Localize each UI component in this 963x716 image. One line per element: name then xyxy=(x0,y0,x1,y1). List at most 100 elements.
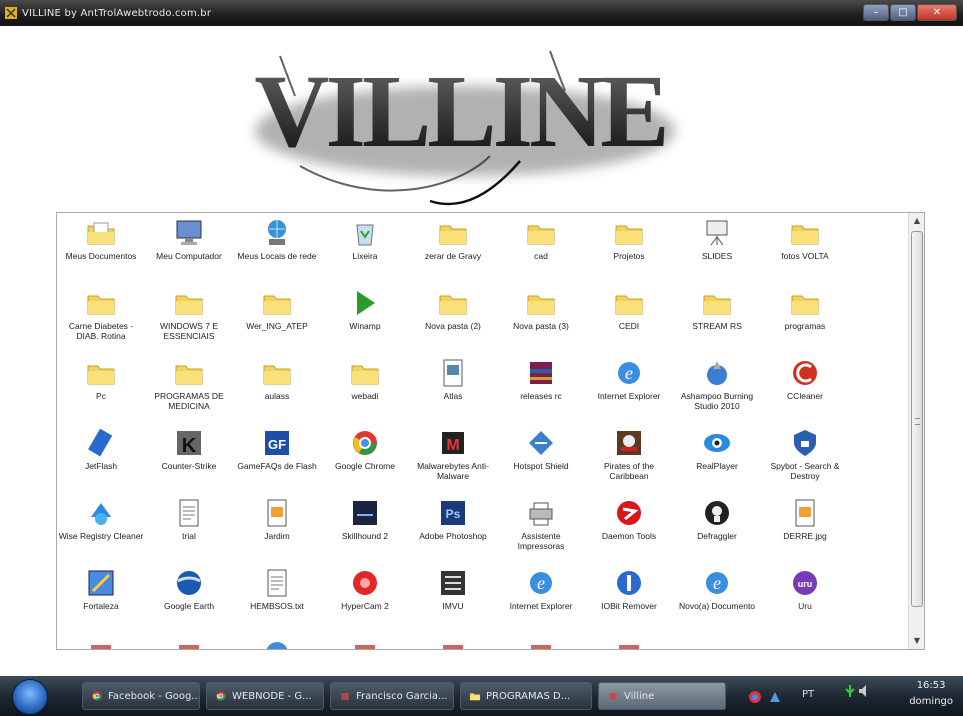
usb-tray-icon[interactable] xyxy=(844,684,856,698)
volume-tray-icon[interactable] xyxy=(858,684,870,698)
desktop-item[interactable]: Meu Computador xyxy=(145,217,233,261)
desktop-item[interactable]: Defraggler xyxy=(673,497,761,541)
desktop-item[interactable]: e xyxy=(233,637,321,649)
desktop-item[interactable] xyxy=(585,637,673,649)
desktop-item[interactable]: fotos VOLTA xyxy=(761,217,849,261)
desktop-item[interactable]: Meus Locais de rede xyxy=(233,217,321,261)
desktop-item[interactable]: DERRE.jpg xyxy=(761,497,849,541)
close-button[interactable]: ✕ xyxy=(917,4,957,21)
desktop-item[interactable]: CEDI xyxy=(585,287,673,331)
desktop-item[interactable]: CCleaner xyxy=(761,357,849,401)
desktop-item-label: Pc xyxy=(96,391,106,401)
desktop-item[interactable]: Atlas xyxy=(409,357,497,401)
desktop-item[interactable]: Skillhound 2 xyxy=(321,497,409,541)
desktop-item[interactable]: Pirates of the Caribbean xyxy=(585,427,673,481)
vertical-scrollbar[interactable]: ▲ ▼ xyxy=(908,213,924,649)
taskbar-button[interactable]: Francisco Garcia... xyxy=(330,682,454,710)
desktop-item[interactable]: Winamp xyxy=(321,287,409,331)
gf-icon: GF xyxy=(265,431,289,455)
desktop-item[interactable]: Fortaleza xyxy=(57,567,145,611)
clock[interactable]: 16:53 domingo xyxy=(909,678,953,710)
desktop-item[interactable]: Carne Diabetes - DIAB. Rotina xyxy=(57,287,145,341)
desktop-item[interactable] xyxy=(409,637,497,649)
scroll-thumb[interactable] xyxy=(911,231,923,607)
taskbar-button[interactable]: Villine xyxy=(598,682,726,710)
desktop-item[interactable]: Nova pasta (2) xyxy=(409,287,497,331)
desktop-item[interactable]: e Internet Explorer xyxy=(497,567,585,611)
desktop-item[interactable]: Pc xyxy=(57,357,145,401)
desktop-item[interactable]: aulass xyxy=(233,357,321,401)
chrome-tray-icon[interactable] xyxy=(748,690,762,704)
desktop-item[interactable]: Spybot - Search & Destroy xyxy=(761,427,849,481)
desktop-item[interactable]: Projetos xyxy=(585,217,673,261)
desktop-item[interactable]: Nova pasta (3) xyxy=(497,287,585,331)
minimize-button[interactable]: – xyxy=(863,4,889,21)
desktop-item[interactable]: Meus Documentos xyxy=(57,217,145,261)
desktop-item[interactable] xyxy=(145,637,233,649)
desktop-item[interactable]: Google Chrome xyxy=(321,427,409,471)
desktop-item[interactable]: IMVU xyxy=(409,567,497,611)
desktop-item[interactable]: e Novo(a) Documento xyxy=(673,567,761,611)
desktop-item[interactable]: IOBit Remover xyxy=(585,567,673,611)
folder-icon xyxy=(87,295,115,315)
desktop-item[interactable] xyxy=(497,637,585,649)
desktop-item[interactable]: releases rc xyxy=(497,357,585,401)
desktop-item[interactable]: Hotspot Shield xyxy=(497,427,585,471)
desktop-item[interactable]: Ps Adobe Photoshop xyxy=(409,497,497,541)
start-button[interactable] xyxy=(12,679,48,715)
desktop-item[interactable]: HyperCam 2 xyxy=(321,567,409,611)
desktop-item[interactable]: Daemon Tools xyxy=(585,497,673,541)
desktop-item[interactable]: WINDOWS 7 E ESSENCIAIS xyxy=(145,287,233,341)
taskbar: Facebook - Goog... WEBNODE - G... Francisc… xyxy=(0,676,963,716)
desktop-item[interactable]: webadi xyxy=(321,357,409,401)
desktop-item[interactable]: Lixeira xyxy=(321,217,409,261)
desktop-item[interactable]: Wise Registry Cleaner xyxy=(57,497,145,541)
maximize-button[interactable]: □ xyxy=(890,4,916,21)
desktop-item[interactable]: Assistente Impressoras xyxy=(497,497,585,551)
desktop-item[interactable]: Google Earth xyxy=(145,567,233,611)
desktop-item[interactable]: Ashampoo Burning Studio 2010 xyxy=(673,357,761,411)
desktop-item[interactable]: Jardim xyxy=(233,497,321,541)
photoshop-icon: Ps xyxy=(441,501,465,525)
desktop-item-label: Nova pasta (3) xyxy=(513,321,569,331)
folder-icon xyxy=(703,295,731,315)
network-icon xyxy=(268,220,286,245)
desktop-item[interactable]: STREAM RS xyxy=(673,287,761,331)
desktop-item[interactable]: zerar de Gravy xyxy=(409,217,497,261)
desktop-item[interactable] xyxy=(321,637,409,649)
desktop-item[interactable]: trial xyxy=(145,497,233,541)
winrar-icon xyxy=(530,362,552,384)
app-icon xyxy=(443,645,463,649)
scroll-down-icon[interactable]: ▼ xyxy=(909,633,924,649)
desktop-item[interactable] xyxy=(57,637,145,649)
icon-list-panel[interactable]: Meus Documentos Meu Computador Meus Locais… xyxy=(56,212,925,650)
language-indicator[interactable]: PT xyxy=(802,689,814,700)
desktop-item[interactable]: K Counter-Strike xyxy=(145,427,233,471)
desktop-item[interactable]: PROGRAMAS DE MEDICINA xyxy=(145,357,233,411)
desktop-item[interactable]: programas xyxy=(761,287,849,331)
jetflash-icon xyxy=(88,428,113,457)
folder-icon xyxy=(615,295,643,315)
folder-icon xyxy=(87,365,115,385)
desktop-item[interactable]: cad xyxy=(497,217,585,261)
scroll-up-icon[interactable]: ▲ xyxy=(909,213,924,229)
banner-text: VILLINE xyxy=(254,54,665,169)
window-titlebar[interactable]: VILLINE by AntTrolAwebtrodo.com.br – □ ✕ xyxy=(0,0,963,26)
desktop-item[interactable]: JetFlash xyxy=(57,427,145,471)
network-tray-icon[interactable] xyxy=(768,690,782,704)
desktop-item[interactable]: GF GameFAQs de Flash xyxy=(233,427,321,471)
desktop-item[interactable]: uru Uru xyxy=(761,567,849,611)
imvu-icon xyxy=(441,571,465,595)
desktop-item[interactable]: M Malwarebytes Anti-Malware xyxy=(409,427,497,481)
desktop-item-label: aulass xyxy=(264,391,290,401)
taskbar-button[interactable]: PROGRAMAS D... xyxy=(460,682,592,710)
taskbar-button[interactable]: WEBNODE - G... xyxy=(206,682,324,710)
taskbar-button[interactable]: Facebook - Goog... xyxy=(82,682,200,710)
desktop-item[interactable]: RealPlayer xyxy=(673,427,761,471)
desktop-item[interactable]: Wer_ING_ATEP xyxy=(233,287,321,331)
svg-text:e: e xyxy=(537,573,545,593)
desktop-item[interactable]: HEMBSOS.txt xyxy=(233,567,321,611)
desktop-item[interactable]: SLIDES xyxy=(673,217,761,261)
pirate-icon xyxy=(617,431,641,455)
desktop-item[interactable]: e Internet Explorer xyxy=(585,357,673,401)
